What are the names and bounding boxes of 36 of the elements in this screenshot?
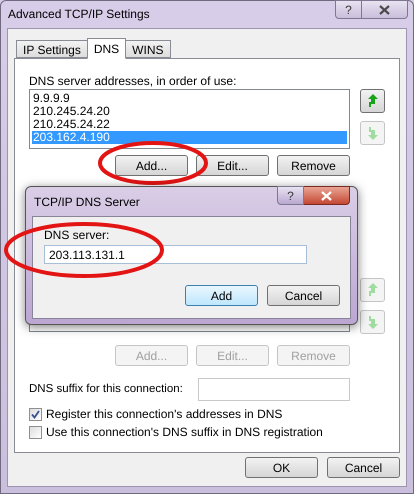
- help-button[interactable]: ?: [335, 0, 362, 19]
- checkbox[interactable]: [29, 426, 42, 438]
- window-title: Advanced TCP/IP Settings: [8, 6, 150, 23]
- close-icon: [379, 4, 390, 14]
- list-action-button[interactable]: Remove: [277, 155, 350, 176]
- dns-server-field[interactable]: 203.113.131.1: [44, 245, 307, 264]
- up-arrow-icon: [368, 94, 378, 108]
- address-item[interactable]: 210.245.24.20: [32, 105, 347, 118]
- down-arrow-icon: [368, 126, 378, 140]
- suffix-field[interactable]: [198, 378, 350, 401]
- help-button[interactable]: ?: [277, 186, 304, 205]
- checkbox-label: Register this connection's addresses in DNS: [46, 406, 282, 423]
- tab[interactable]: DNS: [86, 38, 126, 59]
- dialog-button[interactable]: OK: [245, 457, 318, 478]
- suffix-label: DNS suffix for this connection:: [29, 382, 183, 397]
- checkbox[interactable]: [29, 408, 42, 420]
- address-item[interactable]: 210.245.24.22: [32, 118, 347, 131]
- dialog-button[interactable]: Cancel: [267, 285, 340, 306]
- tab[interactable]: IP Settings: [16, 40, 88, 58]
- tab[interactable]: WINS: [125, 40, 171, 58]
- checkmark-icon: [31, 410, 40, 418]
- move-up-button[interactable]: [360, 89, 385, 113]
- list-action-button[interactable]: Add...: [115, 155, 188, 176]
- address-item[interactable]: 9.9.9.9: [32, 92, 347, 105]
- dialog-button[interactable]: Add: [185, 285, 258, 306]
- close-button[interactable]: [362, 0, 408, 19]
- dialog-button[interactable]: Cancel: [327, 457, 400, 478]
- list-action-button[interactable]: Edit...: [196, 155, 269, 176]
- close-icon: [321, 190, 332, 200]
- up-arrow-icon: [368, 283, 378, 297]
- list-label: DNS server addresses, in order of use:: [29, 73, 238, 87]
- checkbox-label: Use this connection's DNS suffix in DNS registration: [46, 424, 323, 441]
- down-arrow-icon: [368, 315, 378, 329]
- close-button[interactable]: [304, 186, 350, 205]
- dialog-title: TCP/IP DNS Server: [34, 194, 140, 210]
- field-label: DNS server:: [44, 227, 110, 241]
